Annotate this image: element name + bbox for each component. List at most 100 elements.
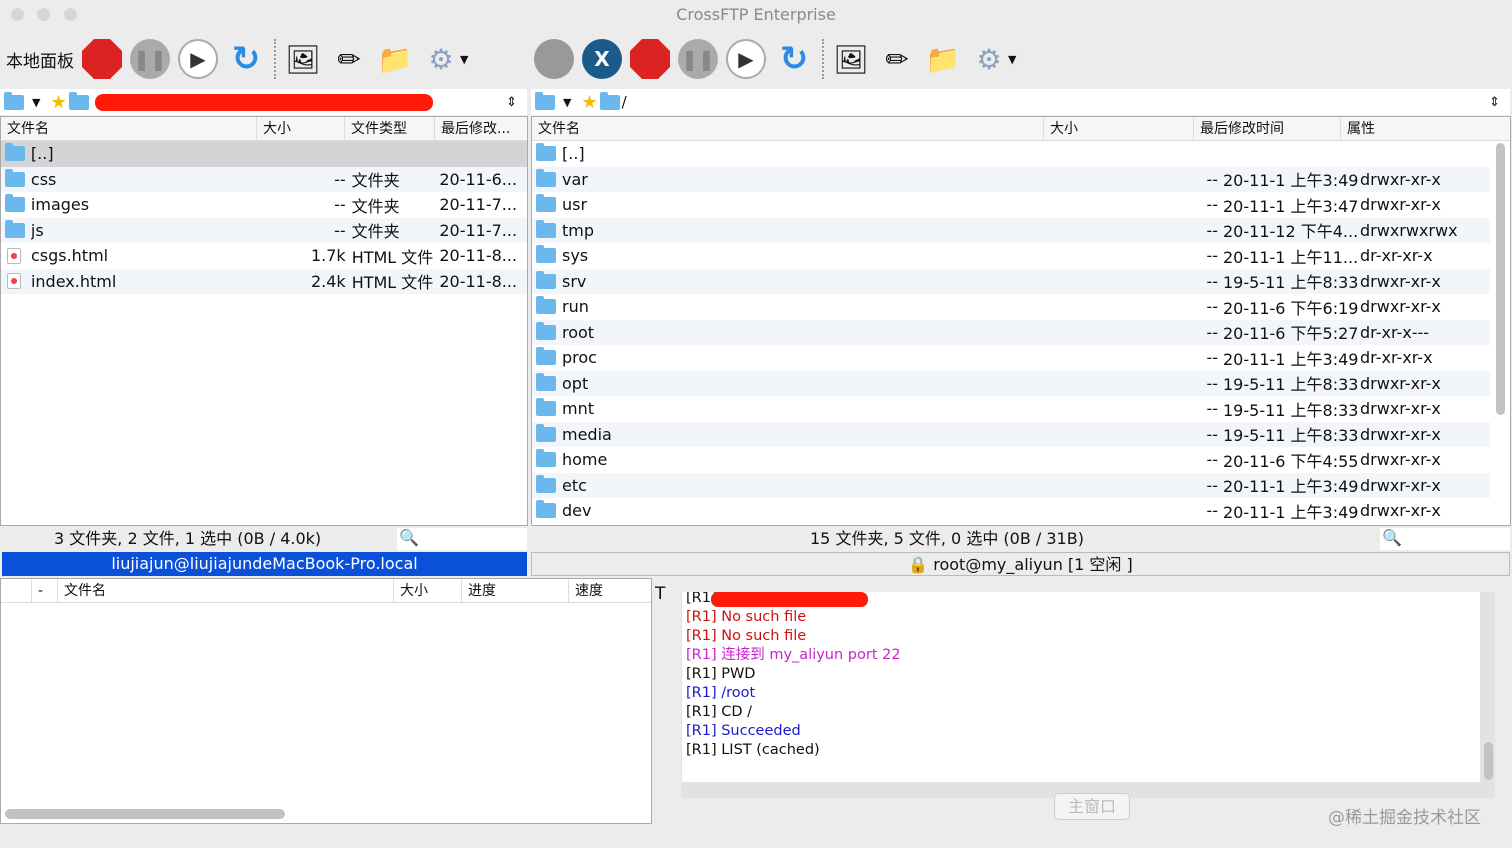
column-header-name[interactable]: 文件名 (1, 117, 256, 140)
table-row[interactable]: csgs.html 1.7k HTML 文件 20-11-8... (1, 243, 527, 269)
file-size: -- (1206, 424, 1218, 444)
folder-icon (536, 398, 556, 417)
table-row[interactable]: tmp -- 20-11-12 下午4... drwxrwxrwx (532, 217, 1490, 243)
column-header-speed[interactable]: 速度 (568, 579, 643, 602)
play-icon[interactable]: ▶ (726, 39, 766, 79)
history-dropdown-icon[interactable]: ▼ (32, 96, 40, 109)
bookmark-star-icon[interactable]: ★ (581, 92, 597, 113)
path-select-arrows-icon[interactable]: ⇕ (1489, 95, 1500, 110)
close-window-button[interactable] (11, 8, 24, 21)
table-row[interactable]: etc -- 20-11-1 上午3:49 drwxr-xr-x (532, 472, 1490, 498)
settings-dropdown-icon[interactable]: ▼ (460, 53, 468, 66)
html-file-icon (7, 273, 21, 290)
remote-toolbar: X ❚❚ ▶ ↻ 🖼 ✏ 📁 ⚙ ▼ (534, 36, 1016, 82)
file-type: HTML 文件 (351, 247, 434, 267)
main-window-button[interactable]: 主窗口 (1054, 793, 1130, 820)
history-dropdown-icon[interactable]: ▼ (563, 96, 571, 109)
path-select-arrows-icon[interactable]: ⇕ (506, 95, 517, 110)
column-header-status[interactable]: - (31, 579, 57, 602)
file-attributes: drwxr-xr-x (1360, 169, 1441, 189)
file-type: 文件夹 (351, 222, 400, 242)
connect-globe-icon[interactable] (534, 39, 574, 79)
settings-gear-icon[interactable]: ⚙ (970, 40, 1008, 78)
table-row[interactable]: css -- 文件夹 20-11-6... (1, 166, 527, 192)
new-folder-icon[interactable]: 📁 (376, 40, 414, 78)
file-attributes: dr-xr-xr-x (1360, 348, 1433, 368)
table-row[interactable]: dev -- 20-11-1 上午3:49 drwxr-xr-x (532, 498, 1490, 524)
folder-icon (536, 296, 556, 315)
table-row[interactable]: images -- 文件夹 20-11-7... (1, 192, 527, 218)
file-modified: 20-11-8... (439, 271, 518, 291)
file-modified: 19-5-11 上午8:33 (1223, 400, 1359, 420)
local-host-tab[interactable]: liujiajun@liujiajundeMacBook-Pro.local (2, 552, 527, 576)
file-modified: 20-11-1 上午3:49 (1223, 477, 1359, 497)
table-row[interactable]: sys -- 20-11-1 上午11... dr-xr-xr-x (532, 243, 1490, 269)
edit-pencil-icon[interactable]: ✏ (330, 40, 368, 78)
remote-search-icon[interactable]: 🔍 (1380, 528, 1510, 550)
folder-icon[interactable] (4, 91, 24, 110)
column-header-name[interactable]: 文件名 (532, 117, 1043, 140)
table-row[interactable]: media -- 19-5-11 上午8:33 drwxr-xr-x (532, 421, 1490, 447)
file-size: 1.7k (310, 246, 346, 266)
preview-image-icon[interactable]: 🖼 (832, 40, 870, 78)
remote-path-input[interactable]: / (622, 93, 627, 111)
column-header-size[interactable]: 大小 (256, 117, 344, 140)
file-size: -- (334, 169, 346, 189)
column-header-type[interactable]: 文件类型 (344, 117, 434, 140)
table-row[interactable]: proc -- 20-11-1 上午3:49 dr-xr-xr-x (532, 345, 1490, 371)
local-search-icon[interactable]: 🔍 (397, 528, 527, 550)
file-size: -- (1206, 373, 1218, 393)
table-row[interactable]: root -- 20-11-6 下午5:27 dr-xr-x--- (532, 319, 1490, 345)
remote-scrollbar[interactable] (1496, 143, 1505, 415)
column-header-modified[interactable]: 最后修改... (434, 117, 526, 140)
column-header-progress[interactable]: 进度 (461, 579, 568, 602)
bookmark-star-icon[interactable]: ★ (50, 92, 66, 113)
stop-icon[interactable] (82, 39, 122, 79)
disconnect-icon[interactable]: X (582, 39, 622, 79)
pause-icon[interactable]: ❚❚ (678, 39, 718, 79)
column-header-attributes[interactable]: 属性 (1340, 117, 1490, 140)
table-row[interactable]: run -- 20-11-6 下午6:19 drwxr-xr-x (532, 294, 1490, 320)
folder-icon (5, 168, 25, 187)
file-modified: 20-11-6 下午5:27 (1223, 324, 1359, 344)
remote-path-bar[interactable]: ▼ ★ / ⇕ (531, 89, 1510, 115)
settings-dropdown-icon[interactable]: ▼ (1008, 53, 1016, 66)
table-row[interactable]: var -- 20-11-1 上午3:49 drwxr-xr-x (532, 166, 1490, 192)
remote-host-tab[interactable]: 🔒 root@my_aliyun [1 空闲 ] (531, 552, 1510, 576)
refresh-icon[interactable]: ↻ (226, 39, 266, 79)
table-row[interactable]: [..] (1, 141, 527, 167)
file-name: proc (562, 348, 597, 368)
column-header-size[interactable]: 大小 (393, 579, 461, 602)
file-attributes: drwxr-xr-x (1360, 501, 1441, 521)
column-header-modified[interactable]: 最后修改时间 (1193, 117, 1340, 140)
zoom-window-button[interactable] (64, 8, 77, 21)
table-row[interactable]: srv -- 19-5-11 上午8:33 drwxr-xr-x (532, 268, 1490, 294)
stop-icon[interactable] (630, 39, 670, 79)
column-header-name[interactable]: 文件名 (57, 579, 393, 602)
settings-gear-icon[interactable]: ⚙ (422, 40, 460, 78)
folder-icon (5, 194, 25, 213)
file-attributes: drwxr-xr-x (1360, 424, 1441, 444)
minimize-window-button[interactable] (37, 8, 50, 21)
table-row[interactable]: usr -- 20-11-1 上午3:47 drwxr-xr-x (532, 192, 1490, 218)
file-name: root (562, 322, 595, 342)
redacted-path[interactable] (94, 93, 433, 111)
play-icon[interactable]: ▶ (178, 39, 218, 79)
log-scrollbar[interactable] (1484, 742, 1493, 780)
table-row[interactable]: home -- 20-11-6 下午4:55 drwxr-xr-x (532, 447, 1490, 473)
new-folder-icon[interactable]: 📁 (924, 40, 962, 78)
folder-icon[interactable] (535, 91, 555, 110)
table-row[interactable]: [..] (532, 141, 1490, 167)
local-path-bar[interactable]: ▼ ★ ⇕ (0, 89, 527, 115)
table-row[interactable]: index.html 2.4k HTML 文件 20-11-8... (1, 268, 527, 294)
preview-image-icon[interactable]: 🖼 (284, 40, 322, 78)
table-row[interactable]: mnt -- 19-5-11 上午8:33 drwxr-xr-x (532, 396, 1490, 422)
queue-horizontal-scrollbar[interactable] (5, 809, 285, 819)
table-row[interactable]: opt -- 19-5-11 上午8:33 drwxr-xr-x (532, 370, 1490, 396)
refresh-icon[interactable]: ↻ (774, 39, 814, 79)
column-header-size[interactable]: 大小 (1043, 117, 1193, 140)
edit-pencil-icon[interactable]: ✏ (878, 40, 916, 78)
table-row[interactable]: js -- 文件夹 20-11-7... (1, 217, 527, 243)
pause-icon[interactable]: ❚❚ (130, 39, 170, 79)
file-size: -- (1206, 195, 1218, 215)
